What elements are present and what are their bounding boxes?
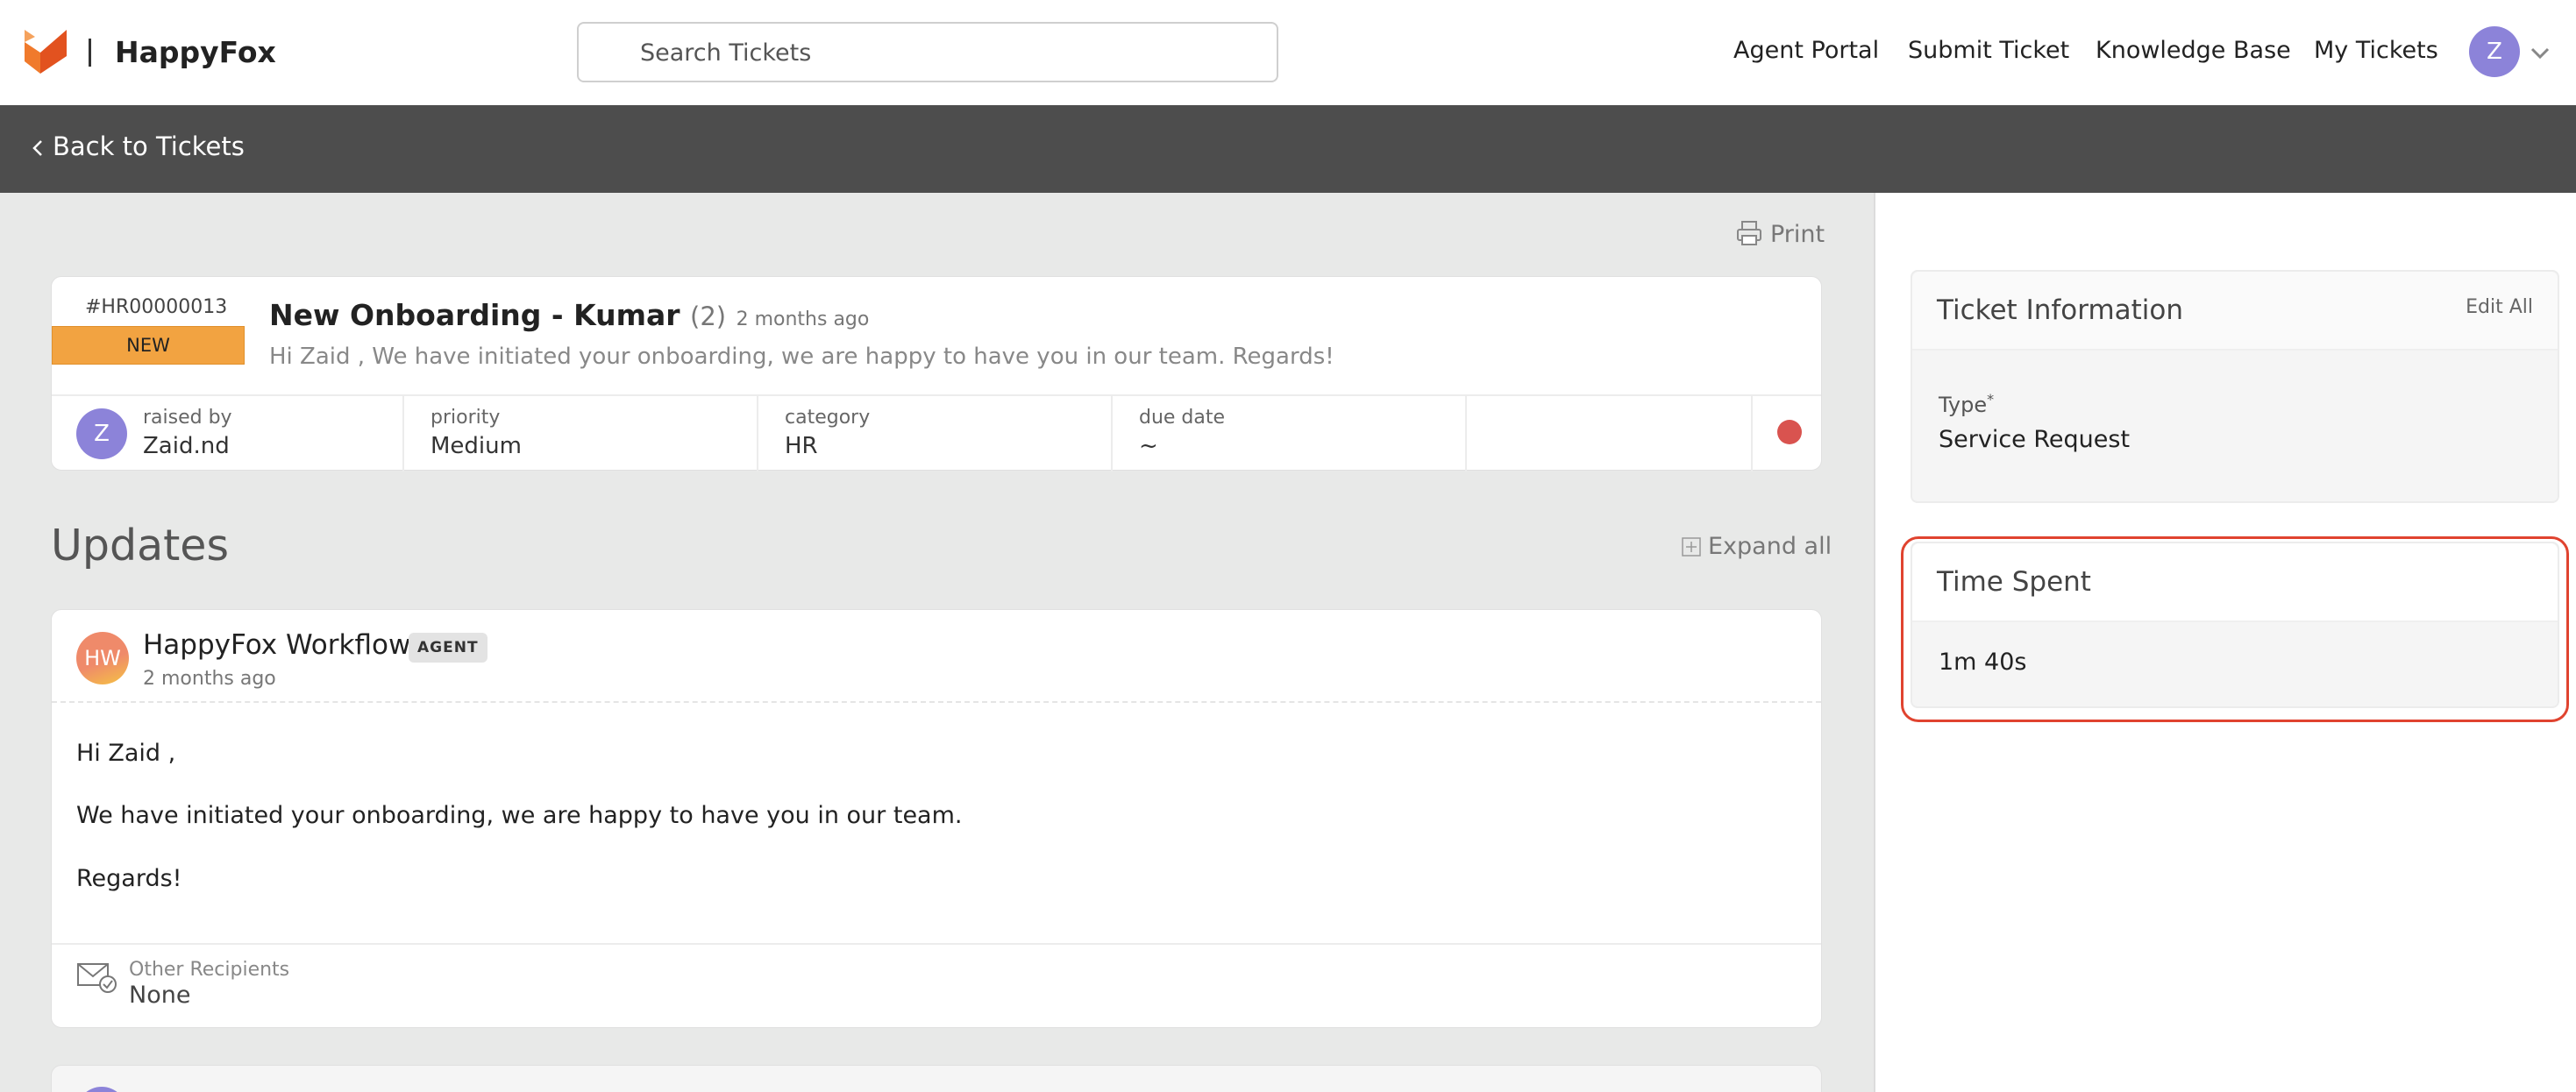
ticket-preview: Hi Zaid , We have initiated your onboard… [269, 344, 1334, 370]
ticket-title: New Onboarding - Kumar (2) 2 months ago [269, 298, 869, 332]
update-item [51, 1065, 1822, 1092]
update-item: HW HappyFox Workflows AGENT 2 months ago… [51, 609, 1822, 1028]
raised-by-value: Zaid.nd [143, 433, 230, 459]
priority-field[interactable]: priority Medium [404, 396, 758, 472]
logo-divider [89, 39, 91, 67]
update-count: (2) [690, 301, 727, 331]
type-label-text: Type [1939, 393, 1988, 417]
sub-header: Back to Tickets [0, 105, 2576, 193]
chevron-left-icon [32, 140, 42, 156]
due-date-value: ~ [1139, 433, 1158, 459]
happyfox-logo-icon[interactable] [25, 30, 67, 74]
agent-badge: AGENT [409, 633, 487, 663]
printer-icon [1737, 221, 1761, 245]
raised-by-label: raised by [143, 407, 232, 429]
divider [52, 701, 1821, 703]
other-recipients-value: None [129, 982, 191, 1009]
expand-all-label: Expand all [1708, 533, 1832, 560]
status-badge: NEW [52, 326, 245, 365]
other-recipients-label: Other Recipients [129, 959, 290, 981]
category-label: category [785, 407, 871, 429]
ticket-title-text: New Onboarding - Kumar [269, 298, 680, 332]
update-time: 2 months ago [143, 668, 276, 690]
raised-by-field: Z raised by Zaid.nd [52, 396, 404, 472]
card-header: Ticket Information Edit All [1912, 272, 2558, 351]
brand-name[interactable]: HappyFox [115, 35, 276, 69]
search-box[interactable] [577, 22, 1278, 82]
message-line: Hi Zaid , [76, 740, 176, 767]
priority-label: priority [431, 407, 501, 429]
empty-field [1467, 396, 1753, 472]
message-line: We have initiated your onboarding, we ar… [76, 802, 963, 829]
print-button[interactable]: Print [1735, 219, 1825, 248]
due-date-label: due date [1139, 407, 1226, 429]
expand-all-button[interactable]: Expand all [1682, 533, 1832, 560]
category-field[interactable]: category HR [758, 396, 1113, 472]
author-avatar [76, 1087, 127, 1092]
print-label: Print [1770, 221, 1825, 248]
ticket-id: #HR00000013 [85, 296, 228, 318]
edit-all-button[interactable]: Edit All [2466, 296, 2533, 318]
raiser-avatar: Z [76, 408, 127, 459]
back-label: Back to Tickets [53, 131, 245, 161]
type-label: Type* [1939, 391, 1994, 417]
author-avatar: HW [76, 632, 129, 684]
top-header: HappyFox Agent Portal Submit Ticket Know… [0, 0, 2576, 105]
message-line: Regards! [76, 865, 182, 892]
time-spent-highlight [1901, 536, 2569, 722]
ticket-information-title: Ticket Information [1937, 294, 2184, 326]
author-name: HappyFox Workflows [143, 629, 425, 661]
updates-heading: Updates [51, 521, 229, 571]
divider [52, 943, 1821, 945]
nav-my-tickets[interactable]: My Tickets [2314, 37, 2438, 64]
ticket-summary-card: #HR00000013 NEW New Onboarding - Kumar (… [51, 276, 1822, 472]
ticket-information-card: Ticket Information Edit All Type* Servic… [1911, 270, 2559, 503]
nav-agent-portal[interactable]: Agent Portal [1733, 37, 1879, 64]
category-value: HR [785, 433, 818, 459]
envelope-check-icon [77, 963, 117, 993]
priority-value: Medium [431, 433, 522, 459]
due-date-field[interactable]: due date ~ [1113, 396, 1467, 472]
user-avatar[interactable]: Z [2469, 26, 2520, 77]
back-to-tickets-link[interactable]: Back to Tickets [32, 131, 245, 161]
required-marker: * [1987, 391, 1995, 408]
chevron-down-icon[interactable] [2530, 44, 2551, 61]
expand-icon [1682, 537, 1701, 557]
status-indicator-dot [1777, 420, 1802, 444]
ticket-time: 2 months ago [736, 308, 870, 330]
type-value[interactable]: Service Request [1939, 426, 2130, 453]
nav-submit-ticket[interactable]: Submit Ticket [1908, 37, 2069, 64]
search-input[interactable] [640, 36, 1254, 69]
nav-knowledge-base[interactable]: Knowledge Base [2096, 37, 2291, 64]
